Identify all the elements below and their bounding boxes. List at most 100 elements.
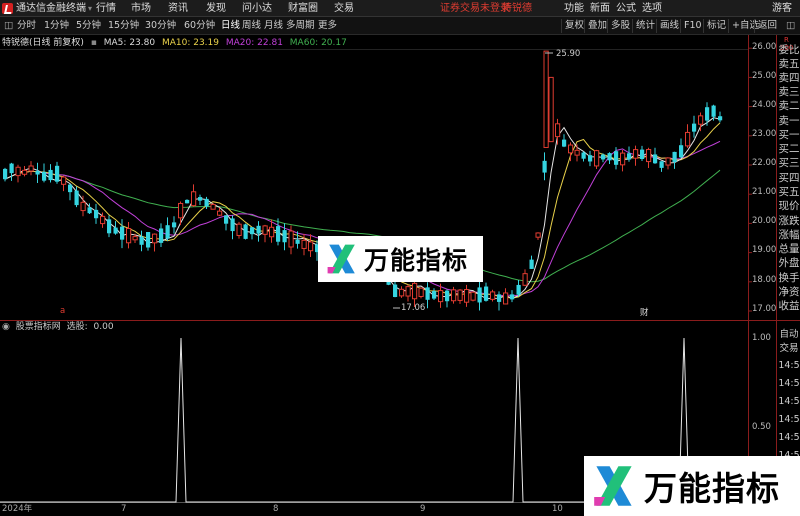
app-title: 通达信金融终端 — [16, 3, 86, 14]
menu-faxian[interactable]: 发现 — [206, 2, 226, 15]
menu-xinmian[interactable]: 新面 — [590, 2, 610, 15]
btn-biaoji[interactable]: 标记 — [703, 19, 726, 33]
candle — [94, 209, 99, 219]
menu-gongshi[interactable]: 公式 — [616, 2, 636, 15]
candle — [146, 232, 151, 248]
candle — [633, 149, 639, 159]
period-15min[interactable]: 15分钟 — [108, 20, 139, 32]
btn-huaxian[interactable]: 画线 — [656, 19, 679, 33]
candle — [61, 176, 67, 185]
candle — [405, 286, 411, 297]
x-date: 8 — [273, 504, 279, 514]
quote-label: 收益 — [778, 300, 800, 312]
quote-label: 14:5 — [778, 432, 800, 443]
quote-label: 净资 — [778, 286, 800, 298]
login-notice[interactable]: 证券交易未登录 — [440, 2, 510, 15]
ma20-legend: MA20: 22.81 — [225, 38, 283, 48]
user-label[interactable]: 游客 — [772, 2, 792, 15]
menu-gongneng[interactable]: 功能 — [564, 2, 584, 15]
quote-label: 涨幅 — [778, 229, 800, 241]
candle — [224, 215, 229, 224]
candle — [262, 225, 268, 235]
ma5-legend: MA5: 23.80 — [103, 38, 156, 48]
menu-caifuquan[interactable]: 财富圈 — [288, 2, 318, 15]
period-1min[interactable]: 1分钟 — [44, 20, 69, 32]
period-60min[interactable]: 60分钟 — [184, 20, 215, 32]
quote-label[interactable]: 交易 — [778, 342, 800, 355]
x-date: 7 — [121, 504, 127, 514]
menu-jiaoyi[interactable]: 交易 — [334, 2, 354, 15]
panel-toggle-icon[interactable]: ◫ — [786, 20, 795, 32]
candle — [562, 139, 567, 147]
candle — [399, 288, 405, 297]
candle — [3, 168, 8, 180]
watermark-center: 万能指标 — [318, 236, 483, 282]
candle — [74, 190, 79, 206]
quote-label: 买三 — [778, 157, 800, 169]
period-30min[interactable]: 30分钟 — [145, 20, 176, 32]
candle — [548, 76, 554, 143]
btn-duogu[interactable]: 多股 — [607, 19, 630, 33]
quote-label: 卖一 — [778, 115, 800, 127]
btn-tongji[interactable]: 统计 — [632, 19, 655, 33]
quote-label: 买二 — [778, 143, 800, 155]
candle — [9, 163, 14, 174]
candle — [48, 169, 53, 181]
event-marker-a[interactable]: a — [60, 306, 65, 316]
watermark-logo-icon — [594, 466, 632, 506]
quote-label[interactable]: 自动 — [778, 328, 800, 341]
candle — [457, 289, 463, 301]
candle — [685, 131, 691, 147]
brand-label: 特锐德 — [502, 3, 532, 14]
x-date: 10 — [552, 504, 563, 514]
candle — [470, 291, 476, 301]
btn-diejia[interactable]: 叠加 — [584, 19, 607, 33]
candle — [542, 160, 547, 173]
candle — [113, 227, 118, 234]
candle — [178, 202, 184, 219]
price-tick: 21.00 — [752, 187, 777, 197]
menu-hangqing[interactable]: 行情 — [88, 2, 116, 15]
ma60-legend: MA60: 20.17 — [289, 38, 347, 48]
candle — [418, 287, 424, 297]
candle — [484, 286, 489, 301]
candle — [68, 184, 73, 193]
event-marker-cai[interactable]: 财 — [640, 308, 649, 318]
candle — [185, 199, 190, 204]
sidebar-toggle-icon[interactable]: ◫ — [4, 20, 13, 32]
period-fenshi[interactable]: 分时 — [17, 20, 36, 32]
btn-fanhui[interactable]: 返回 — [754, 19, 777, 33]
candle — [210, 203, 216, 210]
candle — [574, 149, 580, 156]
menu-xuanxiang[interactable]: 选项 — [642, 2, 662, 15]
watermark-text: 万能指标 — [644, 469, 780, 508]
period-more[interactable]: 更多 — [318, 20, 337, 32]
btn-fuquan[interactable]: 复权 — [561, 19, 584, 33]
btn-f10[interactable]: F10 — [680, 19, 702, 33]
candle — [529, 259, 534, 269]
menu-zixun[interactable]: 资讯 — [168, 2, 188, 15]
period-5min[interactable]: 5分钟 — [76, 20, 101, 32]
quote-label: 卖五 — [778, 58, 800, 70]
candle — [665, 157, 671, 166]
menu-wenxiaoda[interactable]: 问小达 — [242, 2, 272, 15]
candle — [568, 144, 574, 154]
high-price-label: 25.90 — [556, 49, 581, 59]
menu-shichang[interactable]: 市场 — [131, 2, 151, 15]
candle — [653, 154, 658, 164]
period-daily[interactable]: 日线 — [221, 20, 240, 32]
candle — [672, 151, 677, 163]
candle — [308, 241, 314, 252]
candle — [490, 291, 496, 300]
period-multi[interactable]: 多周期 — [286, 20, 315, 32]
candle — [711, 105, 716, 117]
candle — [627, 153, 632, 160]
candle — [80, 201, 86, 212]
quote-label: 总量 — [778, 243, 800, 255]
quote-label: 买一 — [778, 129, 800, 141]
candle — [581, 152, 586, 159]
indicator-value: 0.00 — [93, 322, 114, 332]
period-monthly[interactable]: 月线 — [264, 20, 283, 32]
period-weekly[interactable]: 周线 — [242, 20, 261, 32]
candle — [432, 291, 437, 299]
